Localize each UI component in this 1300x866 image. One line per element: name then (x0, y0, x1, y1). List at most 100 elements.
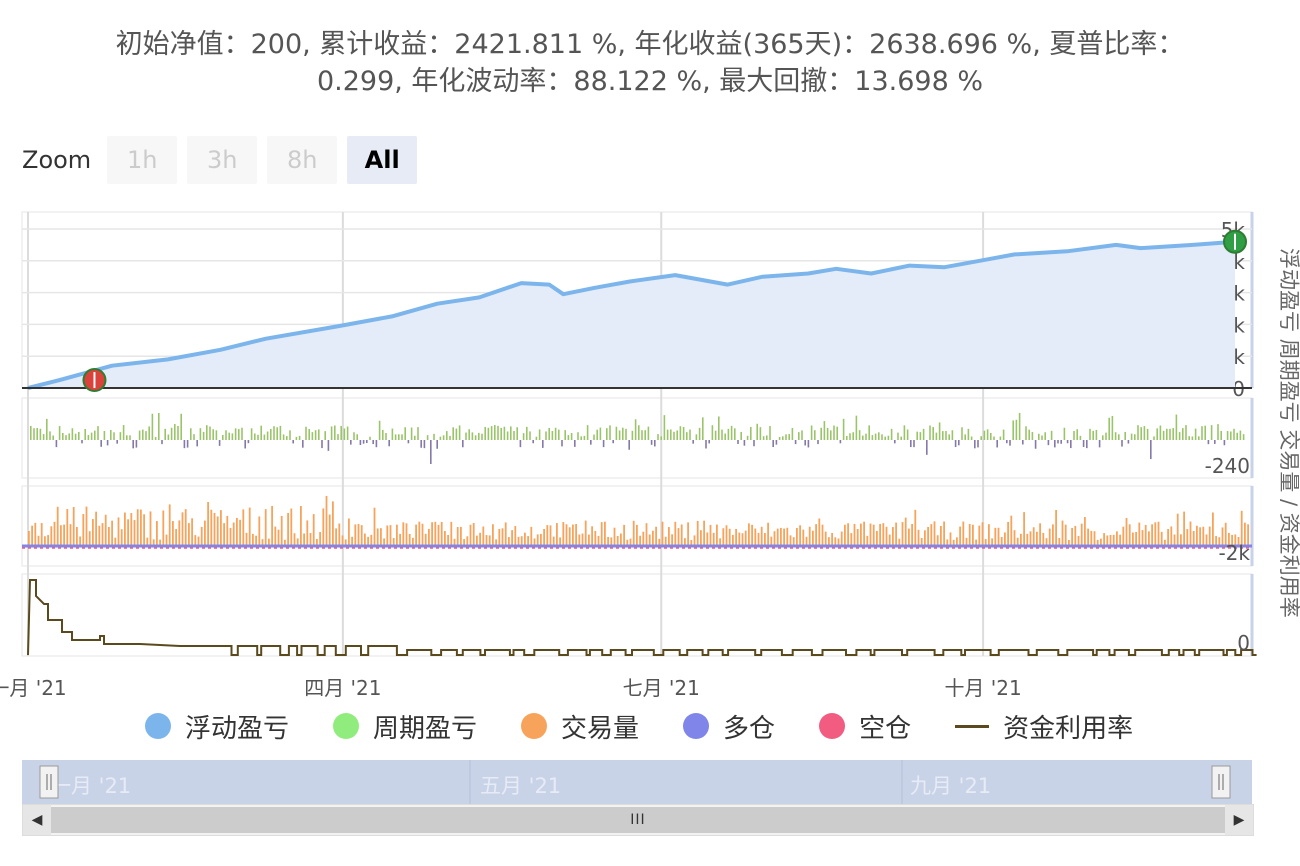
period-pnl-bar (1066, 440, 1069, 444)
volume-bar (479, 532, 481, 546)
y-tick-label: -240 (1205, 454, 1250, 478)
period-pnl-bar (404, 427, 406, 440)
period-pnl-bar (894, 440, 896, 444)
legend-item-short[interactable]: 空仓 (819, 708, 911, 745)
period-pnl-bar (196, 440, 198, 447)
period-pnl-bar (1210, 425, 1213, 440)
volume-bar (904, 517, 907, 546)
period-pnl-bar (711, 425, 714, 440)
zoom-all-button[interactable]: All (347, 136, 418, 184)
volume-bar (456, 527, 459, 546)
period-pnl-bar (414, 435, 416, 440)
legend-item-utilization[interactable]: 资金利用率 (955, 708, 1133, 745)
period-pnl-bar (366, 440, 368, 444)
legend-item-volume[interactable]: 交易量 (521, 708, 639, 745)
zoom-1h-button[interactable]: 1h (107, 136, 178, 184)
legend-item-period-pnl[interactable]: 周期盈亏 (333, 708, 477, 745)
period-pnl-bar (833, 425, 835, 440)
volume-bar (1084, 517, 1086, 546)
volume-bar (255, 535, 257, 546)
legend-label-equity: 浮动盈亏 (185, 713, 290, 744)
period-pnl-bar (388, 440, 390, 447)
period-pnl-bar (641, 430, 643, 440)
volume-bar (863, 521, 865, 546)
y-tick-label: -2k (1218, 541, 1250, 565)
period-pnl-bar (791, 427, 794, 440)
period-pnl-bar (794, 440, 797, 445)
period-pnl-bar (369, 436, 371, 440)
period-pnl-bar (500, 427, 502, 440)
period-pnl-bar (1060, 440, 1062, 444)
volume-bar (911, 523, 913, 546)
volume-bar (431, 522, 433, 546)
scrollbar-thumb[interactable]: III (51, 807, 1225, 833)
volume-bar (405, 523, 408, 546)
navigator[interactable]: 一月 '21 五月 '21 九月 '21 (22, 760, 1252, 804)
volume-bar (306, 520, 309, 546)
period-pnl-bar (695, 434, 698, 440)
volume-bar (802, 529, 805, 546)
scrollbar[interactable]: ◀ III ▶ (22, 804, 1254, 836)
volume-bar (1154, 522, 1157, 546)
chart-svg[interactable]: 一月 '21四月 '21七月 '21十月 '215k4k3k2k1k0-240-… (0, 200, 1300, 700)
volume-bar (421, 523, 424, 546)
legend-item-long[interactable]: 多仓 (683, 708, 775, 745)
period-pnl-bar (570, 432, 573, 440)
period-pnl-bar (1204, 425, 1206, 440)
period-pnl-bar (190, 428, 192, 440)
volume-bar (578, 534, 581, 546)
period-pnl-bar (81, 440, 83, 444)
zoom-3h-button[interactable]: 3h (187, 136, 258, 184)
volume-bar (748, 523, 750, 546)
period-pnl-bar (1230, 431, 1232, 440)
navigator-handle-left[interactable] (39, 765, 59, 799)
period-pnl-bar (551, 431, 554, 440)
period-pnl-bar (74, 433, 77, 440)
volume-bar (191, 518, 193, 546)
period-pnl-bar (100, 440, 102, 447)
period-pnl-bar (362, 440, 365, 444)
period-pnl-bar (593, 434, 595, 440)
period-pnl-bar (564, 430, 566, 440)
period-pnl-bar (836, 426, 838, 440)
volume-bar (1148, 531, 1150, 546)
volume-bar (424, 533, 427, 546)
volume-bar (860, 523, 862, 546)
period-pnl-bar (132, 440, 134, 449)
period-pnl-bar (212, 429, 214, 440)
legend-label-utilization: 资金利用率 (1003, 713, 1134, 744)
volume-bar (597, 535, 600, 546)
period-pnl-bar (1057, 440, 1059, 444)
volume-bar (1052, 524, 1054, 546)
period-pnl-bar (1143, 426, 1146, 440)
period-pnl-bar (737, 440, 739, 444)
legend-item-equity[interactable]: 浮动盈亏 (145, 708, 289, 745)
period-pnl-bar (750, 426, 752, 440)
period-pnl-bar (596, 429, 598, 440)
volume-bar (1196, 525, 1198, 546)
volume-bar (437, 524, 440, 546)
period-pnl-bar (420, 440, 422, 448)
period-pnl-bar (1102, 435, 1104, 440)
scroll-right-arrow[interactable]: ▶ (1225, 805, 1253, 835)
volume-bar (728, 528, 731, 546)
period-pnl-bar (1111, 415, 1114, 440)
period-pnl-bar (612, 440, 614, 444)
volume-bar (639, 535, 641, 546)
volume-bar (1192, 531, 1195, 546)
period-pnl-bar (1127, 440, 1130, 444)
period-pnl-bar (766, 435, 768, 440)
volume-bar (1208, 526, 1211, 546)
volume-bar (1090, 530, 1093, 546)
period-pnl-bar (263, 434, 266, 440)
volume-bar (242, 509, 245, 546)
navigator-handle-right[interactable] (1211, 765, 1231, 799)
volume-bar (1039, 523, 1041, 546)
period-pnl-bar (206, 425, 208, 440)
period-pnl-bar (302, 440, 304, 448)
volume-bar (488, 535, 491, 546)
navigator-label: 一月 '21 (50, 774, 131, 798)
zoom-8h-button[interactable]: 8h (267, 136, 338, 184)
scroll-left-arrow[interactable]: ◀ (23, 805, 51, 835)
period-pnl-bar (1038, 433, 1040, 440)
